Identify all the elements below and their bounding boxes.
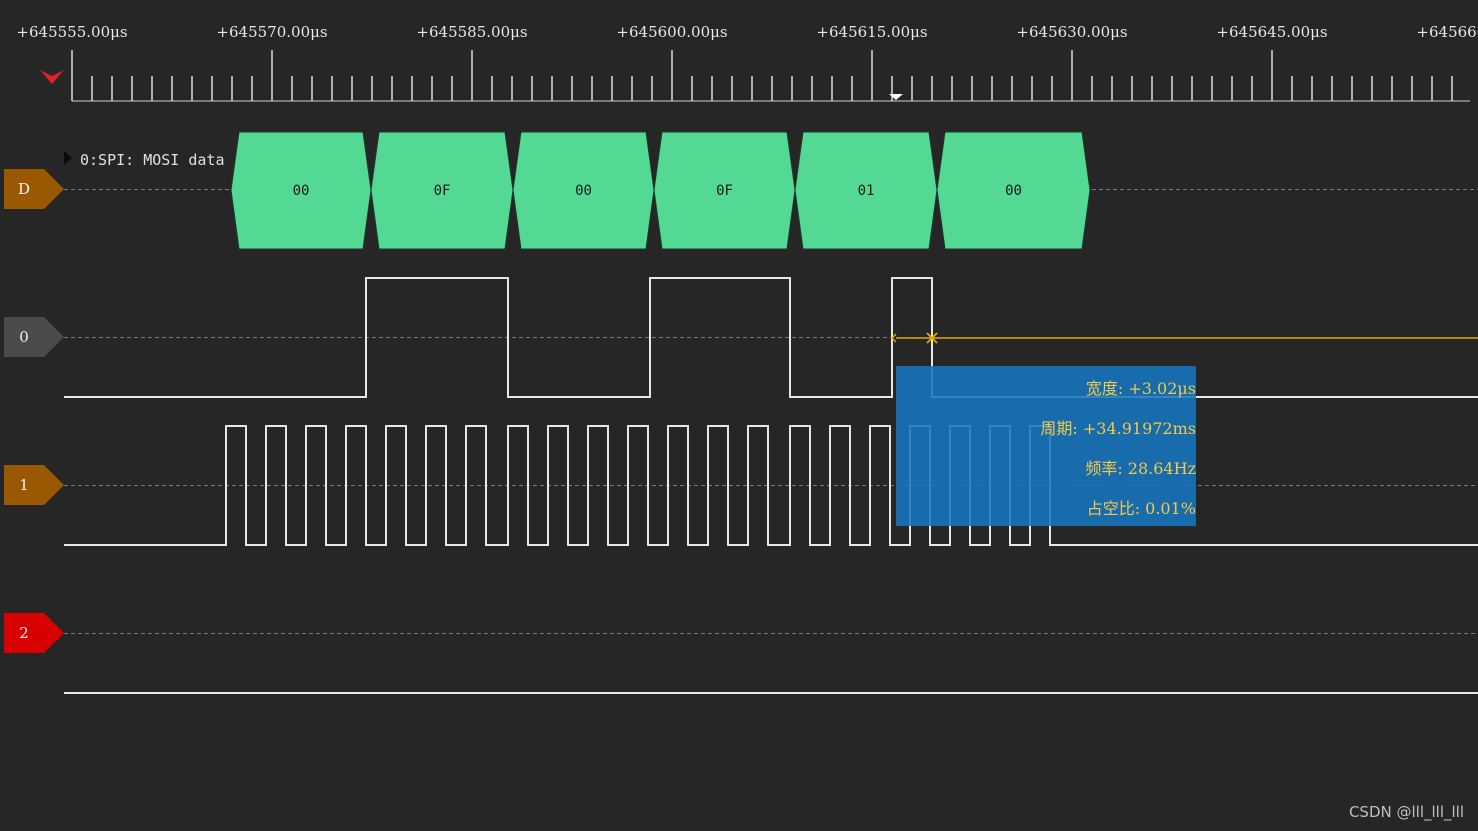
channel-label-0[interactable]: 0 bbox=[4, 317, 64, 357]
ruler-tick-label: +645660.00μs bbox=[1416, 23, 1478, 41]
ruler-tick-label: +645585.00μs bbox=[416, 23, 527, 41]
spi-byte-value: 01 bbox=[858, 183, 875, 199]
spi-byte-value: 00 bbox=[575, 183, 592, 199]
measurement-tooltip: 宽度: +3.02μs 周期: +34.91972ms 频率: 28.64Hz … bbox=[896, 366, 1196, 526]
expand-arrow-icon[interactable] bbox=[64, 151, 72, 165]
frequency-label: 频率: 28.64Hz bbox=[1085, 459, 1196, 478]
protocol-label: 0:SPI: MOSI data bbox=[80, 151, 225, 169]
channel-id-text: 1 bbox=[19, 476, 29, 494]
spi-byte-value: 00 bbox=[293, 183, 310, 199]
channel-label-1[interactable]: 1 bbox=[4, 465, 64, 505]
channel-id-text: 0 bbox=[19, 328, 29, 346]
ruler-tick-label: +645630.00μs bbox=[1016, 23, 1127, 41]
spi-byte-value: 00 bbox=[1005, 183, 1022, 199]
channel-id-text: D bbox=[18, 180, 30, 198]
spi-byte[interactable]: 00 bbox=[936, 131, 1091, 250]
channel-label-d[interactable]: D bbox=[4, 169, 64, 209]
period-label: 周期: +34.91972ms bbox=[1040, 419, 1196, 438]
time-ruler[interactable]: +645555.00μs +645570.00μs +645585.00μs +645… bbox=[16, 23, 1478, 102]
waveform-view[interactable]: +645555.00μs +645570.00μs +645585.00μs +645… bbox=[0, 0, 1478, 831]
channel-tag bbox=[4, 613, 64, 653]
ruler-tick-label: +645555.00μs bbox=[16, 23, 127, 41]
channel-label-2[interactable]: 2 bbox=[4, 613, 64, 653]
pulse-width-label: 宽度: +3.02μs bbox=[1085, 379, 1196, 398]
spi-byte[interactable]: 0F bbox=[653, 131, 796, 250]
channel-tag bbox=[4, 465, 64, 505]
channel-tag bbox=[4, 169, 64, 209]
channel-tag bbox=[4, 317, 64, 357]
spi-byte[interactable]: 00 bbox=[512, 131, 655, 250]
spi-byte[interactable]: 00 bbox=[230, 131, 372, 250]
cursor-marker-icon[interactable] bbox=[889, 94, 903, 100]
spi-byte-value: 0F bbox=[716, 183, 733, 199]
ruler-tick-label: +645615.00μs bbox=[816, 23, 927, 41]
ruler-tick-label: +645645.00μs bbox=[1216, 23, 1327, 41]
spi-byte-value: 0F bbox=[434, 183, 451, 199]
ruler-tick-label: +645570.00μs bbox=[216, 23, 327, 41]
channel-id-text: 2 bbox=[19, 624, 29, 642]
duty-cycle-label: 占空比: 0.01% bbox=[1086, 499, 1196, 518]
spi-byte[interactable]: 01 bbox=[794, 131, 938, 250]
trigger-marker-icon[interactable] bbox=[40, 70, 64, 84]
watermark: CSDN @lll_lll_lll bbox=[1348, 803, 1464, 821]
spi-byte[interactable]: 0F bbox=[370, 131, 514, 250]
ruler-tick-label: +645600.00μs bbox=[616, 23, 727, 41]
